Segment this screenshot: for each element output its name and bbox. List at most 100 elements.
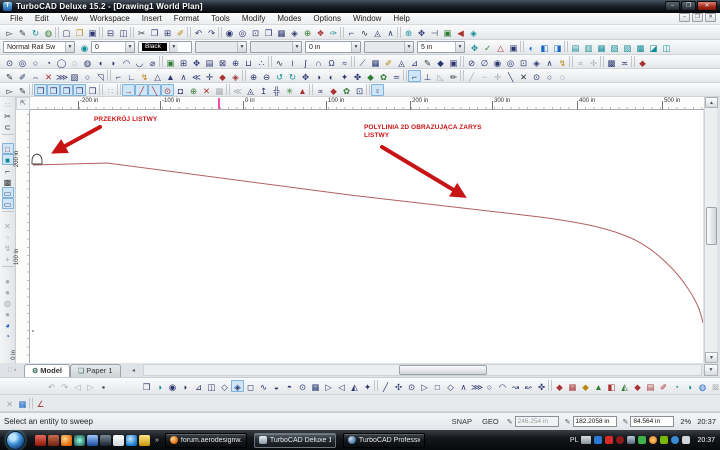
toolbar-icon[interactable]: ▪ bbox=[97, 380, 110, 392]
toolbar-icon[interactable]: ✕ bbox=[3, 397, 16, 409]
linestyle-combo[interactable]: ▼ bbox=[195, 41, 247, 53]
toolbar-icon[interactable]: ✿ bbox=[377, 70, 390, 82]
toolbar-icon[interactable]: ↶ bbox=[45, 380, 58, 392]
toolbar-icon[interactable]: ⌐ bbox=[408, 70, 421, 82]
toolbar-icon[interactable]: □ bbox=[2, 143, 14, 154]
text-height-combo[interactable]: 5 in▼ bbox=[417, 41, 465, 53]
toolbar-icon[interactable]: ▫ bbox=[2, 231, 14, 242]
toolbar-icon[interactable]: ✎ bbox=[16, 84, 29, 96]
menu-item[interactable]: Modes bbox=[271, 14, 307, 23]
toolbar-icon[interactable]: ▣ bbox=[164, 56, 177, 68]
toolbar-icon[interactable]: ◈ bbox=[530, 56, 543, 68]
toolbar-icon[interactable]: ❒ bbox=[73, 84, 86, 96]
toolbar-icon[interactable]: ✐ bbox=[174, 26, 187, 38]
toolbar-icon[interactable]: ⊙ bbox=[405, 380, 418, 392]
toolbar-icon[interactable]: ✳ bbox=[283, 84, 296, 96]
toolbar-icon[interactable]: ╬ bbox=[270, 84, 283, 96]
toolbar-icon[interactable]: → bbox=[122, 84, 135, 96]
mdi-control-button[interactable]: ❐ bbox=[692, 13, 703, 22]
tray-icon[interactable] bbox=[671, 436, 679, 444]
toolbar-icon[interactable]: ≪ bbox=[231, 84, 244, 96]
toolbar-icon[interactable]: ↺ bbox=[273, 70, 286, 82]
toolbar-icon[interactable]: ◔ bbox=[670, 380, 683, 392]
toolbar-icon[interactable]: ◆ bbox=[216, 70, 229, 82]
toolbar-icon[interactable]: ✥ bbox=[190, 56, 203, 68]
toolbar-icon[interactable]: ▩ bbox=[605, 56, 618, 68]
toolbar-icon[interactable]: ╲ bbox=[504, 70, 517, 82]
toolbar-icon[interactable]: ⊔ bbox=[242, 56, 255, 68]
quick-launch-icon[interactable] bbox=[126, 435, 137, 446]
toolbar-icon[interactable]: ✣ bbox=[392, 380, 405, 392]
toolbar-icon[interactable]: ⊛ bbox=[402, 26, 415, 38]
mdi-control-button[interactable]: ✕ bbox=[705, 13, 716, 22]
window-control-button[interactable]: ‒ bbox=[665, 1, 680, 11]
toolbar-icon[interactable]: ❒ bbox=[262, 26, 275, 38]
menu-item[interactable]: Help bbox=[387, 14, 415, 23]
toolbar-icon[interactable]: ○ bbox=[543, 70, 556, 82]
quick-launch-icon[interactable] bbox=[139, 435, 150, 446]
toolbar-icon[interactable]: ↝ bbox=[509, 380, 522, 392]
toolbar-icon[interactable]: ❐ bbox=[73, 26, 86, 38]
hatch-combo[interactable]: ▼ bbox=[250, 41, 302, 53]
y-coordinate-field[interactable]: 182.2058 in bbox=[573, 416, 617, 427]
toolbar-icon[interactable]: ◀ bbox=[454, 26, 467, 38]
toolbar-icon[interactable]: ▣ bbox=[447, 56, 460, 68]
toolbar-icon[interactable]: ◖ bbox=[94, 56, 107, 68]
toolbar-icon[interactable]: ⊕ bbox=[187, 84, 200, 96]
toolbar-icon[interactable]: ◎ bbox=[236, 26, 249, 38]
toolbar-icon[interactable]: ✢ bbox=[587, 56, 600, 68]
toolbar-icon[interactable]: □ bbox=[431, 380, 444, 392]
style-combo[interactable]: Normal Rail Sw▼ bbox=[3, 41, 75, 53]
toolbar-icon[interactable]: ❒ bbox=[34, 84, 47, 96]
toolbar-icon[interactable]: ◫ bbox=[660, 41, 673, 53]
toolbar-icon[interactable]: ≍ bbox=[618, 56, 631, 68]
z-coordinate-field[interactable]: 84.564 in bbox=[630, 416, 674, 427]
toolbar-icon[interactable]: ◧ bbox=[605, 380, 618, 392]
quick-launch-icon[interactable] bbox=[48, 435, 59, 446]
toolbar-icon[interactable]: ∧ bbox=[384, 26, 397, 38]
toolbar-icon[interactable]: ◈ bbox=[229, 70, 242, 82]
toolbar-icon[interactable]: ◐ bbox=[325, 70, 338, 82]
toolbar-icon[interactable]: ✎ bbox=[16, 26, 29, 38]
toolbar-icon[interactable]: ◫ bbox=[117, 26, 130, 38]
toolbar-icon[interactable]: ◗ bbox=[107, 56, 120, 68]
toolbar-icon[interactable]: ▲ bbox=[592, 380, 605, 392]
toolbar-icon[interactable]: ◈ bbox=[288, 26, 301, 38]
toolbar-icon[interactable]: ▥ bbox=[582, 41, 595, 53]
toolbar-icon[interactable]: ⊖ bbox=[260, 70, 273, 82]
quick-launch-icon[interactable] bbox=[35, 435, 46, 446]
toolbar-icon[interactable]: ∅ bbox=[478, 56, 491, 68]
toolbar-icon[interactable]: ∧ bbox=[543, 56, 556, 68]
toolbar-icon[interactable]: ▷ bbox=[84, 380, 97, 392]
pattern-combo[interactable]: ▼ bbox=[364, 41, 414, 53]
toolbar-icon[interactable]: ♀ bbox=[371, 84, 384, 96]
toolbar-icon[interactable]: ⌐ bbox=[2, 165, 14, 176]
toolbar-icon[interactable]: ↯ bbox=[2, 242, 14, 253]
tray-icon[interactable] bbox=[616, 436, 624, 444]
toolbar-icon[interactable]: ✥ bbox=[415, 26, 428, 38]
quick-launch-icon[interactable] bbox=[113, 435, 124, 446]
toolbar-icon[interactable] bbox=[2, 132, 14, 143]
toolbar-icon[interactable]: ⌀ bbox=[146, 56, 159, 68]
toolbar-icon[interactable]: ⟋ bbox=[356, 56, 369, 68]
toolbar-icon[interactable]: ✎ bbox=[3, 70, 16, 82]
toolbar-icon[interactable]: ◆ bbox=[364, 70, 377, 82]
toolbar-icon[interactable]: ∝ bbox=[314, 84, 327, 96]
toolbar-icon[interactable]: ⌐ bbox=[112, 70, 125, 82]
toolbar-icon[interactable]: ◧ bbox=[538, 41, 551, 53]
toolbar-icon[interactable]: ◍ bbox=[2, 297, 14, 308]
toolbar-icon[interactable]: ◡ bbox=[133, 56, 146, 68]
toolbar-icon[interactable]: ◯ bbox=[55, 56, 68, 68]
toolbar-icon[interactable]: ○ bbox=[29, 56, 42, 68]
toolbar-icon[interactable]: ▤ bbox=[569, 41, 582, 53]
toolbar-icon[interactable]: ✐ bbox=[16, 70, 29, 82]
toolbar-icon[interactable]: ◉ bbox=[166, 380, 179, 392]
toolbar-icon[interactable]: ◌ bbox=[556, 70, 569, 82]
toolbar-icon[interactable]: ✦ bbox=[338, 70, 351, 82]
mdi-control-button[interactable]: ‒ bbox=[679, 13, 690, 22]
toolbar-icon[interactable]: ▢ bbox=[60, 26, 73, 38]
toolbar-icon[interactable]: ⊠ bbox=[216, 56, 229, 68]
toolbar-icon[interactable]: ○ bbox=[483, 380, 496, 392]
toolbar-icon[interactable]: + bbox=[2, 253, 14, 264]
toolbar-icon[interactable]: △ bbox=[151, 70, 164, 82]
